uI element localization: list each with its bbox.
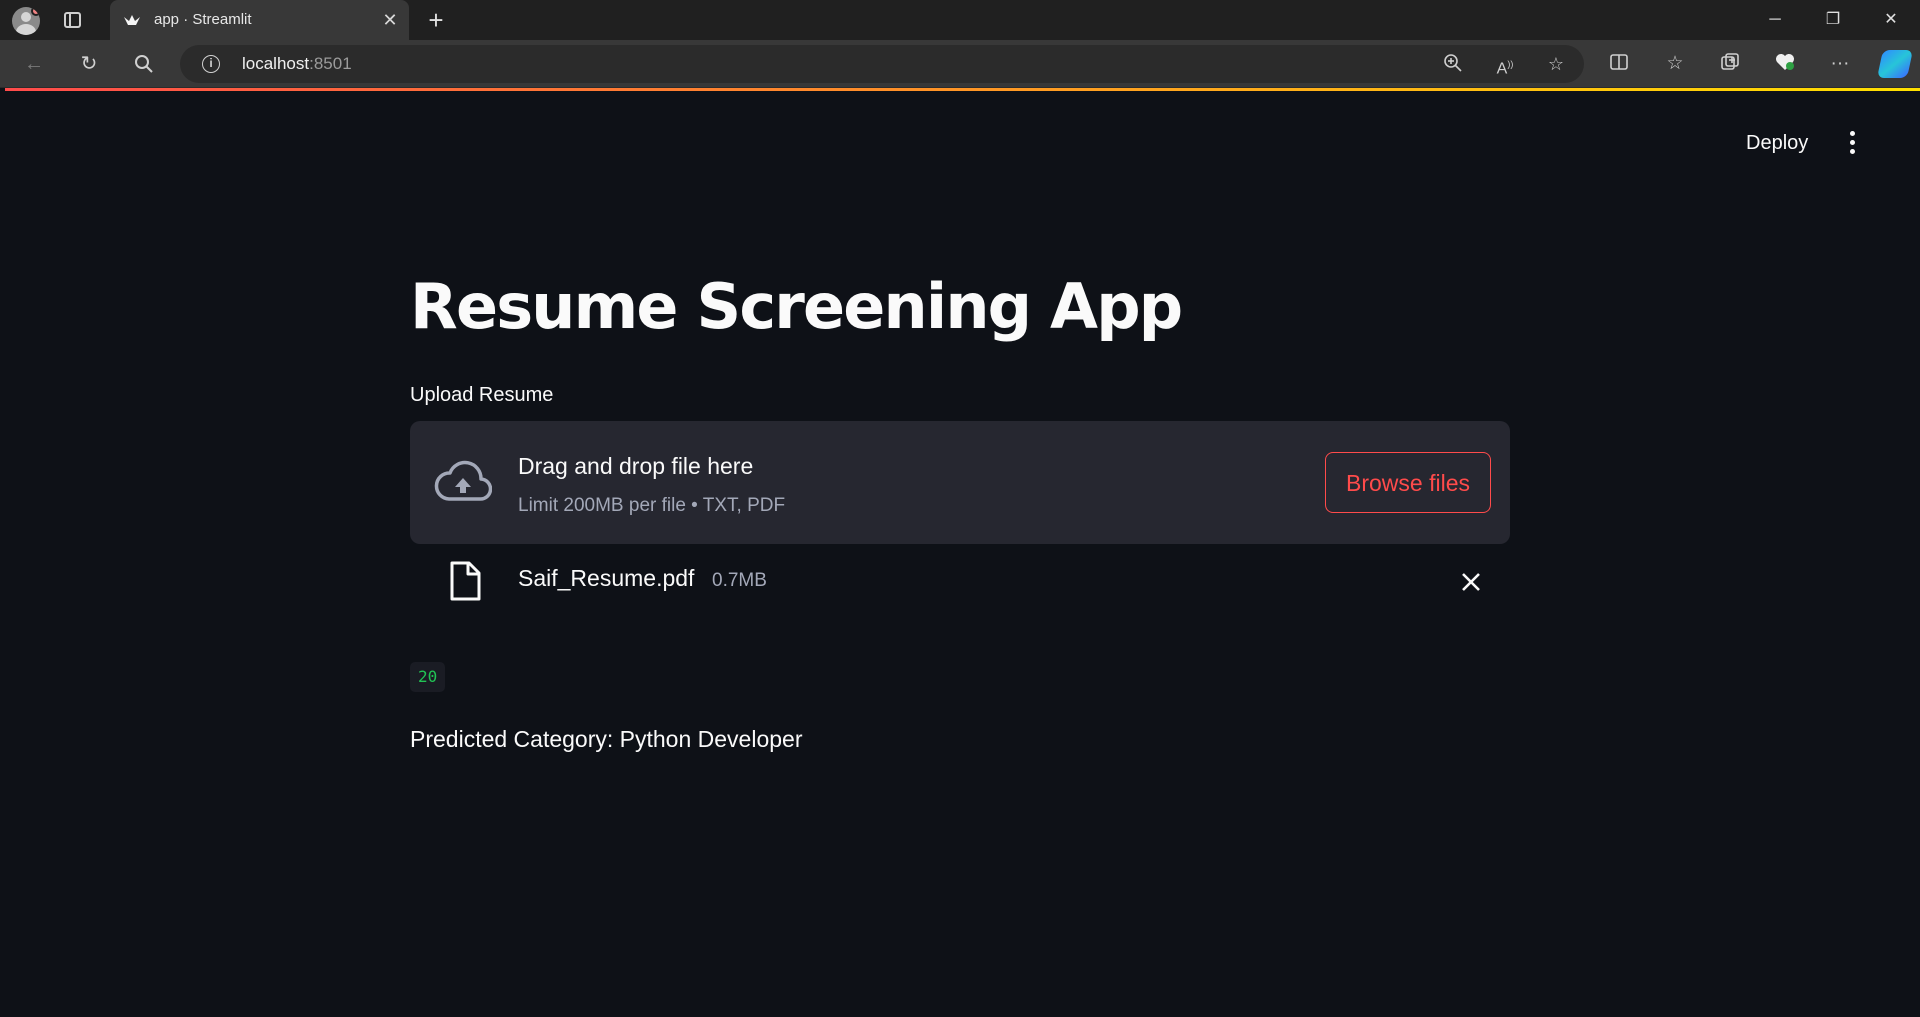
- browse-files-button[interactable]: Browse files: [1325, 452, 1491, 513]
- read-aloud-icon[interactable]: A)): [1494, 53, 1516, 77]
- tab-title: app · Streamlit: [154, 11, 252, 28]
- uploaded-file-row: Saif_Resume.pdf 0.7MB: [410, 560, 1510, 620]
- refresh-icon[interactable]: ↻: [77, 52, 101, 76]
- browser-toolbar: ← ↻ i localhost:8501 A)) ☆ ☆ ···: [0, 40, 1920, 88]
- zoom-icon[interactable]: [1442, 53, 1464, 75]
- browser-tab-bar: app · Streamlit ✕ + ─ ❐ ✕: [0, 0, 1920, 40]
- favorites-icon[interactable]: ☆: [1663, 52, 1687, 76]
- browser-essentials-icon[interactable]: [1773, 52, 1797, 76]
- new-tab-icon[interactable]: +: [424, 6, 448, 34]
- kebab-menu-icon[interactable]: [1844, 128, 1860, 158]
- streamlit-app: Deploy Resume Screening App Upload Resum…: [5, 88, 1920, 1017]
- file-icon: [450, 561, 481, 601]
- cloud-upload-icon: [434, 460, 492, 501]
- remove-file-icon[interactable]: [1459, 570, 1483, 594]
- deploy-button[interactable]: Deploy: [1742, 130, 1812, 157]
- restore-icon[interactable]: ❐: [1818, 8, 1848, 32]
- dropzone-title: Drag and drop file here: [518, 453, 754, 479]
- split-screen-icon[interactable]: [1607, 52, 1631, 76]
- window-close-icon[interactable]: ✕: [1876, 8, 1906, 32]
- url-text[interactable]: localhost:8501: [242, 54, 352, 74]
- browser-tab[interactable]: app · Streamlit ✕: [110, 0, 409, 40]
- info-icon[interactable]: i: [202, 55, 220, 73]
- uploader-label: Upload Resume: [410, 384, 554, 406]
- page-title: Resume Screening App: [410, 270, 1183, 343]
- header-decoration: [5, 88, 1920, 91]
- streamlit-favicon: [124, 15, 140, 25]
- uploaded-file-size: 0.7MB: [712, 570, 767, 591]
- code-output: 20: [410, 662, 446, 692]
- more-icon[interactable]: ···: [1828, 52, 1852, 76]
- minimize-icon[interactable]: ─: [1760, 8, 1790, 32]
- tab-actions-icon[interactable]: [64, 12, 81, 28]
- address-bar[interactable]: i localhost:8501 A)) ☆: [180, 45, 1584, 83]
- search-icon[interactable]: [132, 52, 156, 76]
- copilot-icon[interactable]: [1877, 50, 1913, 78]
- file-dropzone[interactable]: Drag and drop file here Limit 200MB per …: [410, 421, 1510, 544]
- collections-icon[interactable]: [1718, 52, 1742, 76]
- back-icon[interactable]: ←: [22, 52, 46, 76]
- dropzone-limit: Limit 200MB per file • TXT, PDF: [518, 495, 786, 516]
- profile-icon[interactable]: [12, 7, 40, 35]
- favorite-star-icon[interactable]: ☆: [1545, 53, 1567, 75]
- uploaded-file-name: Saif_Resume.pdf: [518, 565, 695, 591]
- predicted-category: Predicted Category: Python Developer: [410, 726, 803, 752]
- close-icon[interactable]: ✕: [380, 10, 400, 30]
